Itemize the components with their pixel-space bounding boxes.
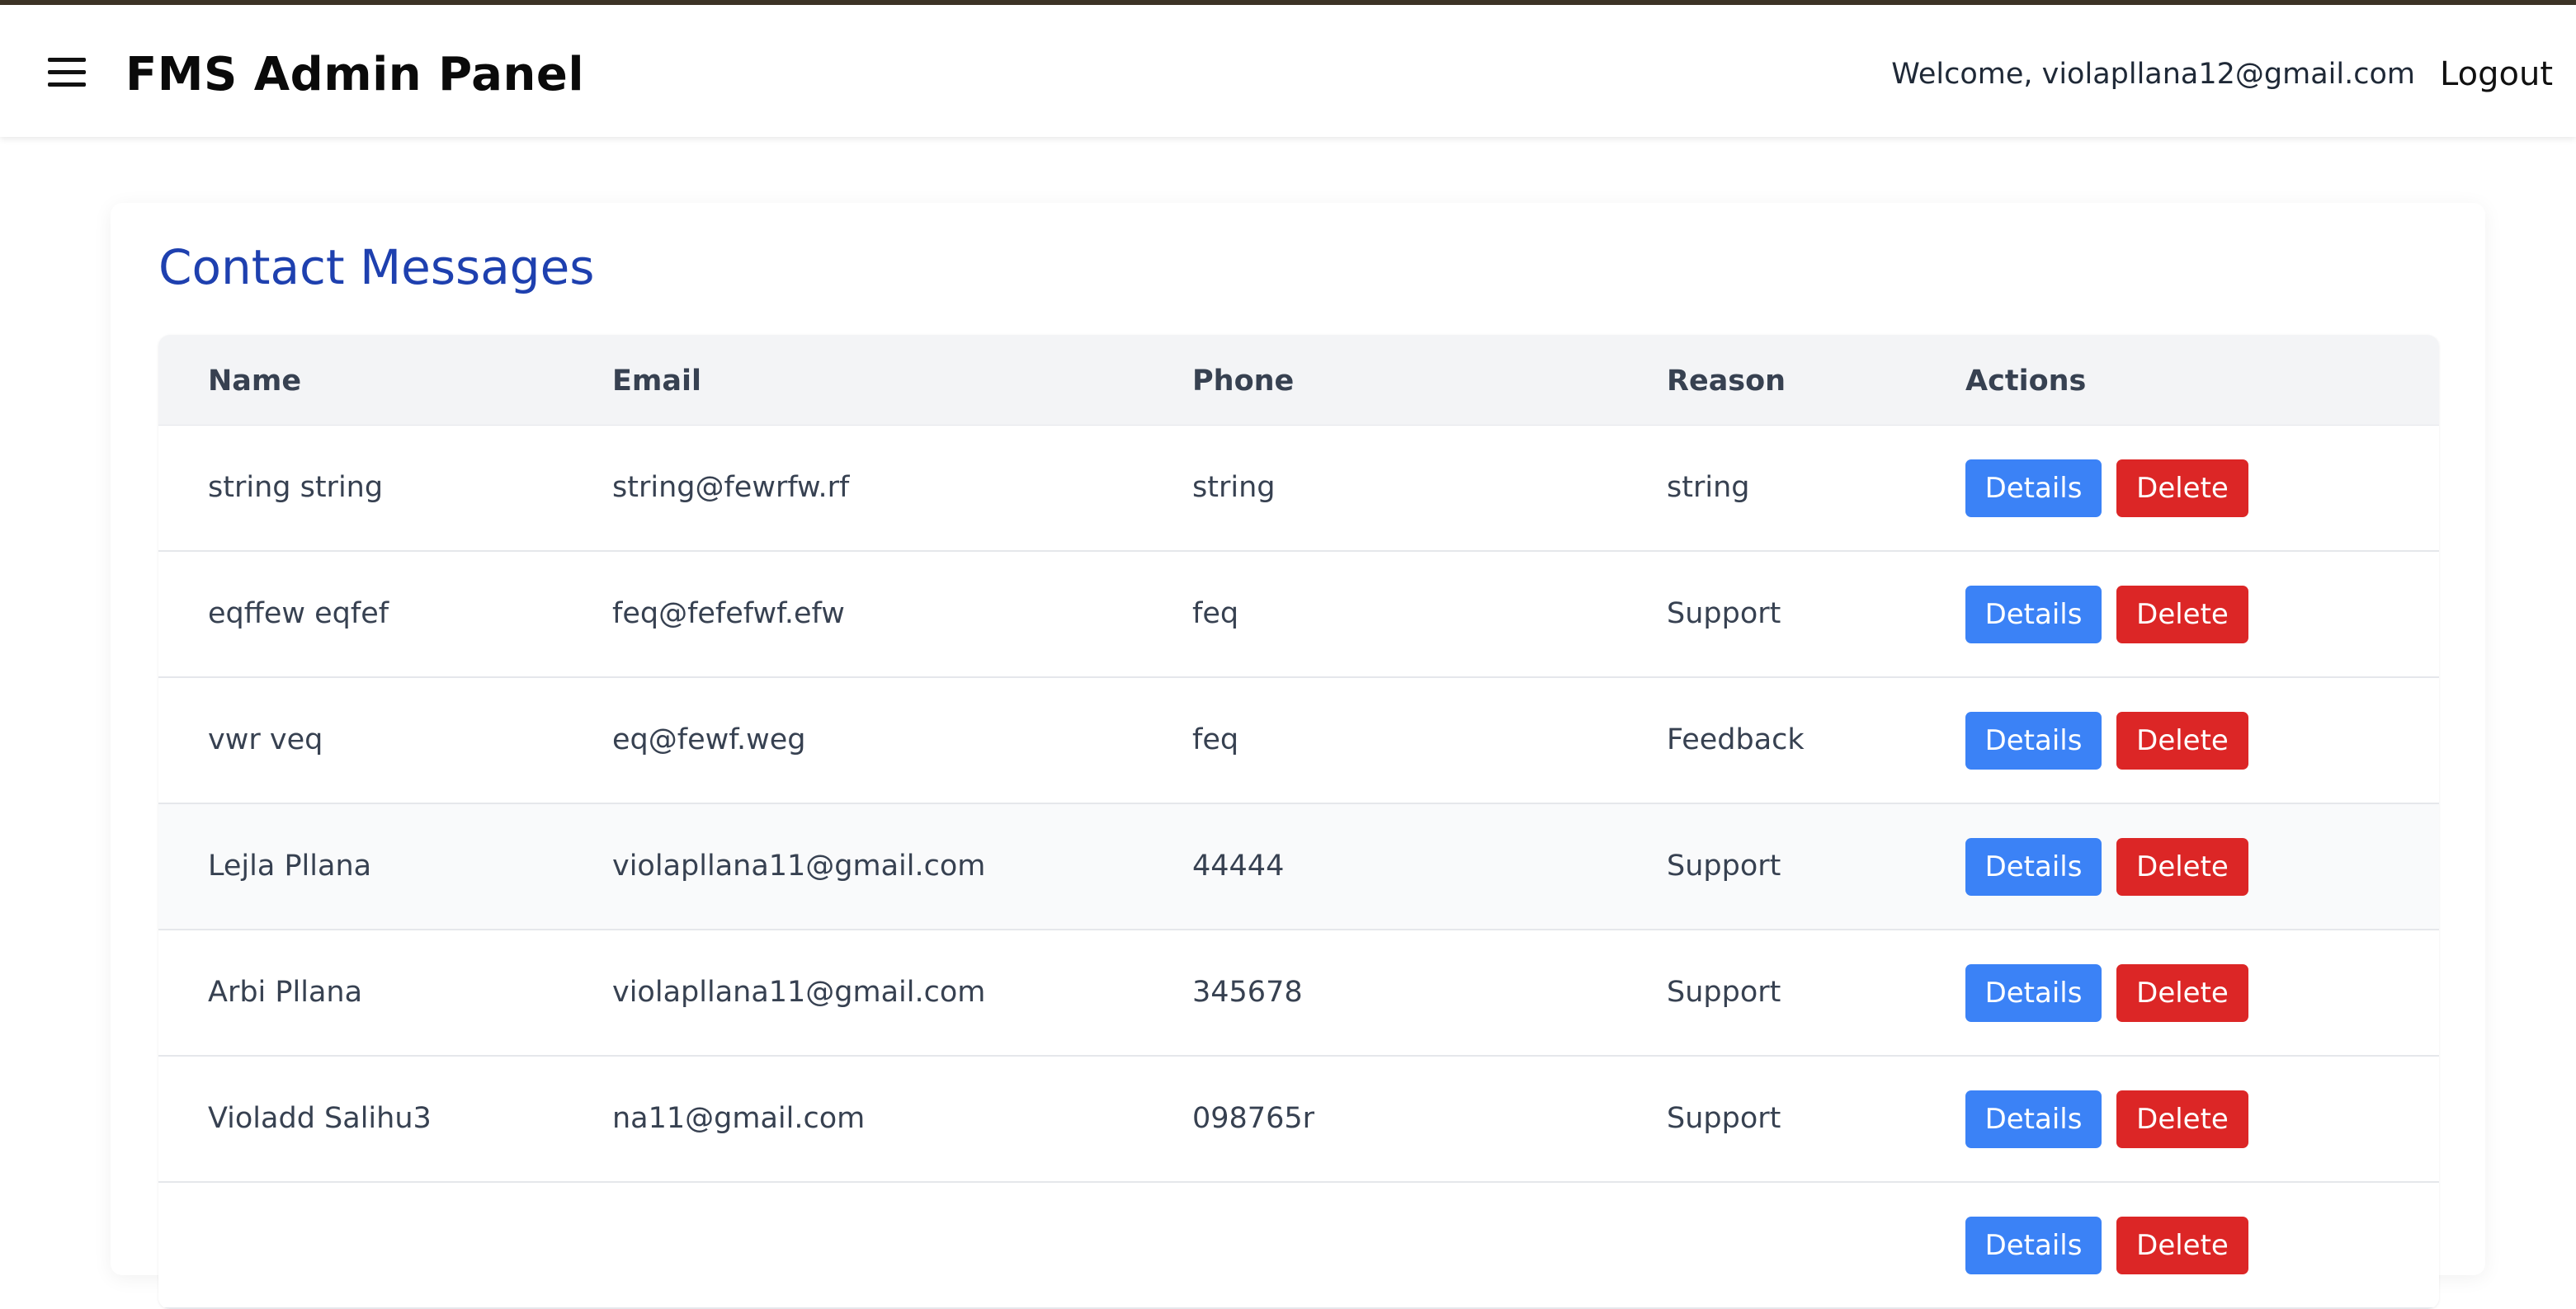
cell-name: string string	[208, 471, 384, 504]
cell-name: Lejla Pllana	[208, 850, 372, 883]
cell-reason: Feedback	[1667, 723, 1805, 756]
table-row: vwr veq eq@fewf.weg feq Feedback Details…	[158, 678, 2439, 804]
cell-email: violapllana11@gmail.com	[612, 976, 986, 1009]
table-row: Violadd Salihu3 na11@gmail.com 098765r S…	[158, 1057, 2439, 1183]
page-title: Contact Messages	[158, 239, 595, 295]
cell-name: eqffew eqfef	[208, 597, 389, 630]
delete-button[interactable]: Delete	[2116, 712, 2248, 770]
details-button[interactable]: Details	[1965, 964, 2102, 1022]
welcome-text: Welcome, violapllana12@gmail.com	[1891, 58, 2415, 91]
cell-reason: Support	[1667, 597, 1781, 630]
cell-email: na11@gmail.com	[612, 1102, 866, 1135]
column-header-phone: Phone	[1192, 365, 1295, 398]
delete-button[interactable]: Delete	[2116, 1090, 2248, 1148]
brand-title: FMS Admin Panel	[125, 48, 585, 101]
delete-button[interactable]: Delete	[2116, 1217, 2248, 1274]
cell-reason: Support	[1667, 1102, 1781, 1135]
column-header-actions: Actions	[1965, 365, 2087, 398]
table-header: Name Email Phone Reason Actions	[158, 335, 2439, 426]
table-row: Details Delete	[158, 1183, 2439, 1309]
hamburger-menu-icon[interactable]	[48, 58, 86, 87]
column-header-reason: Reason	[1667, 365, 1786, 398]
contact-messages-table: Name Email Phone Reason Actions string s…	[158, 335, 2439, 1309]
delete-button[interactable]: Delete	[2116, 586, 2248, 643]
column-header-email: Email	[612, 365, 701, 398]
details-button[interactable]: Details	[1965, 459, 2102, 517]
table-row: eqffew eqfef feq@fefefwf.efw feq Support…	[158, 552, 2439, 678]
delete-button[interactable]: Delete	[2116, 459, 2248, 517]
cell-phone: 345678	[1192, 976, 1303, 1009]
cell-phone: string	[1192, 471, 1276, 504]
details-button[interactable]: Details	[1965, 712, 2102, 770]
cell-email: string@fewrfw.rf	[612, 471, 850, 504]
cell-email: eq@fewf.weg	[612, 723, 806, 756]
details-button[interactable]: Details	[1965, 1217, 2102, 1274]
cell-reason: Support	[1667, 976, 1781, 1009]
cell-name: Arbi Pllana	[208, 976, 363, 1009]
cell-phone: feq	[1192, 597, 1239, 630]
cell-phone: 098765r	[1192, 1102, 1314, 1135]
cell-reason: Support	[1667, 850, 1781, 883]
cell-phone: 44444	[1192, 850, 1285, 883]
table-row: string string string@fewrfw.rf string st…	[158, 426, 2439, 552]
cell-email: violapllana11@gmail.com	[612, 850, 986, 883]
details-button[interactable]: Details	[1965, 586, 2102, 643]
cell-name: Violadd Salihu3	[208, 1102, 432, 1135]
details-button[interactable]: Details	[1965, 1090, 2102, 1148]
cell-name: vwr veq	[208, 723, 323, 756]
table-row: Lejla Pllana violapllana11@gmail.com 444…	[158, 804, 2439, 930]
navbar: FMS Admin Panel Welcome, violapllana12@g…	[0, 5, 2576, 137]
cell-reason: string	[1667, 471, 1750, 504]
table-row: Arbi Pllana violapllana11@gmail.com 3456…	[158, 930, 2439, 1057]
column-header-name: Name	[208, 365, 302, 398]
cell-email: feq@fefefwf.efw	[612, 597, 845, 630]
logout-button[interactable]: Logout	[2440, 55, 2553, 93]
cell-phone: feq	[1192, 723, 1239, 756]
delete-button[interactable]: Delete	[2116, 838, 2248, 896]
delete-button[interactable]: Delete	[2116, 964, 2248, 1022]
details-button[interactable]: Details	[1965, 838, 2102, 896]
